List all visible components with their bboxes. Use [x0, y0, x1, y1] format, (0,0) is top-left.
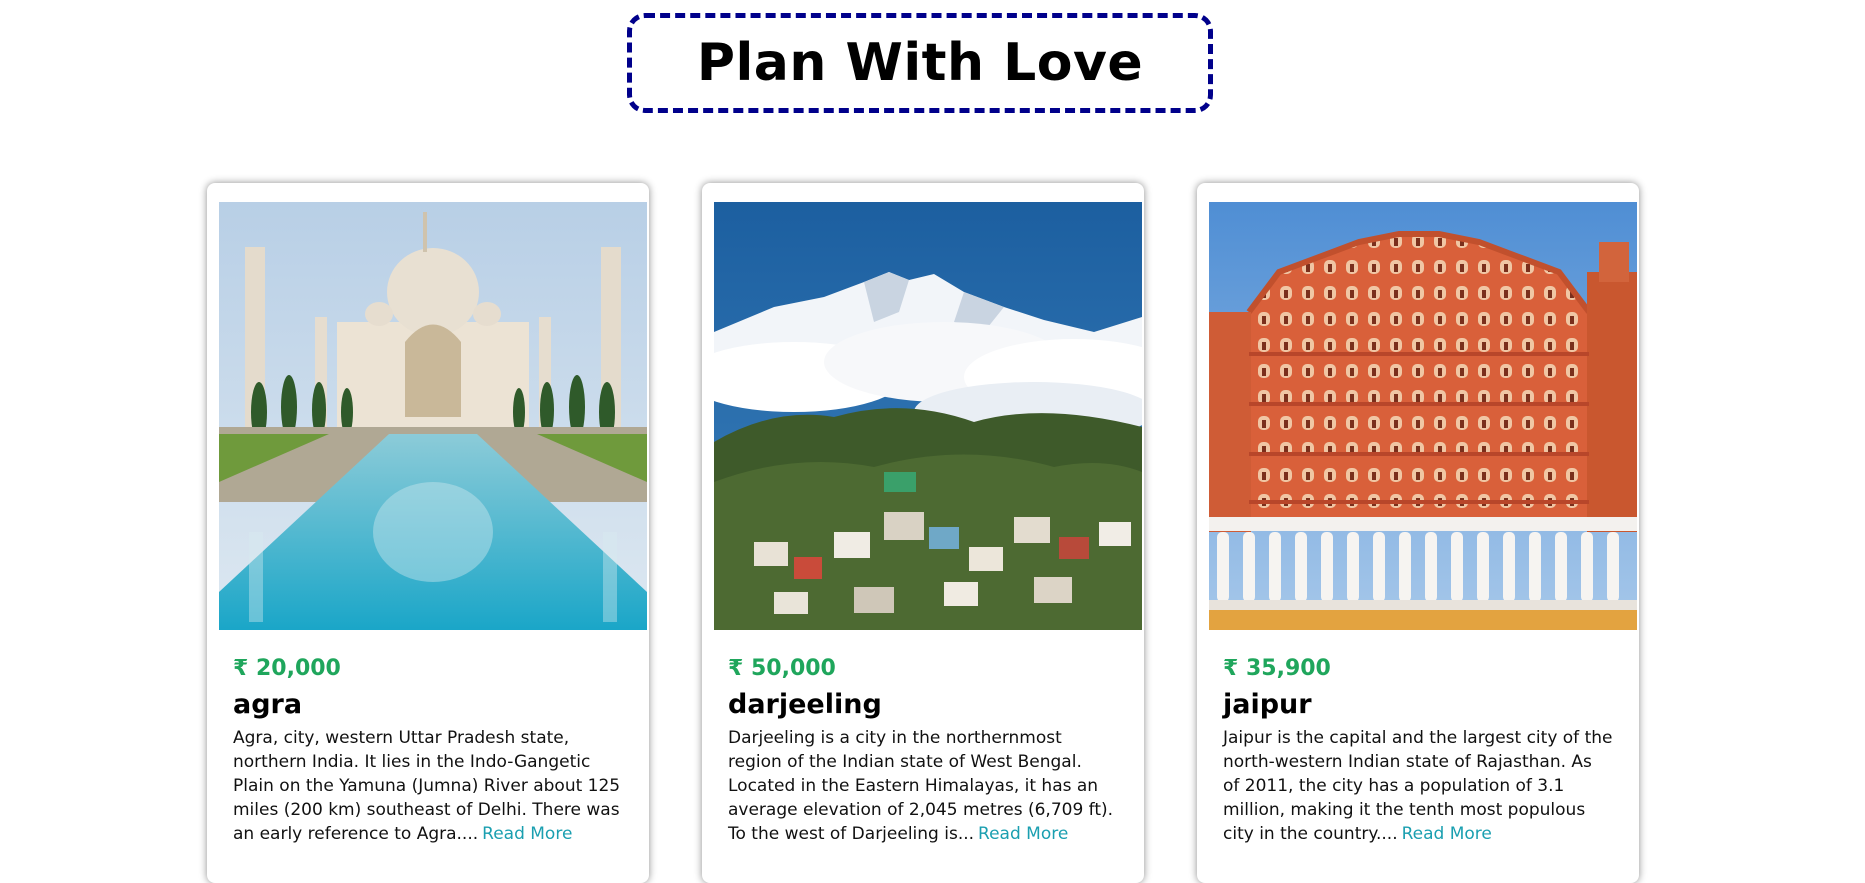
- tour-image-darjeeling: [714, 202, 1142, 630]
- tour-description: Agra, city, western Uttar Pradesh state,…: [233, 726, 623, 846]
- title-frame: Plan With Love: [627, 13, 1213, 113]
- page-title: Plan With Love: [696, 33, 1144, 93]
- read-more-link[interactable]: Read More: [482, 824, 572, 844]
- tour-list: ₹ 20,000 agra Agra, city, western Uttar …: [207, 183, 1639, 883]
- tour-price: ₹ 20,000: [233, 656, 341, 681]
- tour-description: Darjeeling is a city in the northernmost…: [728, 726, 1118, 846]
- tour-name: jaipur: [1223, 689, 1312, 720]
- tour-card-jaipur: ₹ 35,900 jaipur Jaipur is the capital an…: [1197, 183, 1639, 883]
- tour-image-jaipur: [1209, 202, 1637, 630]
- tour-card-agra: ₹ 20,000 agra Agra, city, western Uttar …: [207, 183, 649, 883]
- tour-price: ₹ 35,900: [1223, 656, 1331, 681]
- read-more-link[interactable]: Read More: [978, 824, 1068, 844]
- tour-description: Jaipur is the capital and the largest ci…: [1223, 726, 1613, 846]
- tour-image-agra: [219, 202, 647, 630]
- tour-name: agra: [233, 689, 303, 720]
- tour-name: darjeeling: [728, 689, 882, 720]
- read-more-link[interactable]: Read More: [1402, 824, 1492, 844]
- tour-price: ₹ 50,000: [728, 656, 836, 681]
- tour-card-darjeeling: ₹ 50,000 darjeeling Darjeeling is a city…: [702, 183, 1144, 883]
